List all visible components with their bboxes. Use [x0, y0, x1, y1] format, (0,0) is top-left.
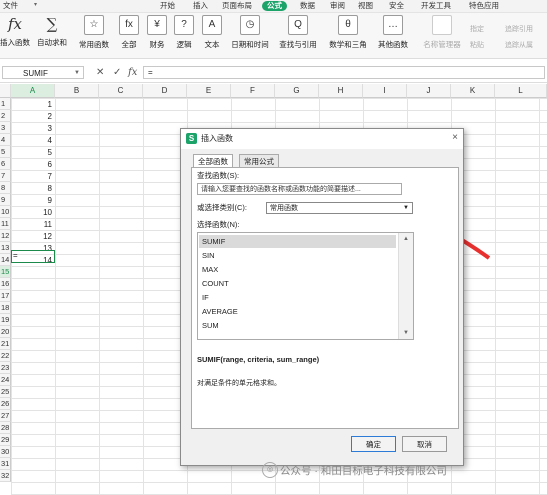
list-item-sum[interactable]: SUM [199, 319, 396, 332]
chevron-down-icon: ▼ [403, 205, 409, 211]
cancel-button[interactable]: 取消 [402, 436, 447, 452]
list-item-if[interactable]: IF [199, 291, 396, 304]
list-item-sin[interactable]: SIN [199, 249, 396, 262]
search-label: 查找函数(S): [197, 171, 240, 180]
watermark-text: 公众号 · 和田目标电子科技有限公司 [280, 465, 447, 477]
list-item-count[interactable]: COUNT [199, 277, 396, 290]
function-list[interactable]: SUMIF SIN MAX COUNT IF AVERAGE SUM ▲ ▼ [197, 232, 414, 340]
scroll-up-icon[interactable]: ▲ [401, 234, 411, 244]
function-search-input[interactable]: 请输入您要查找的函数名称或函数功能的简要描述... [197, 183, 402, 195]
function-signature: SUMIF(range, criteria, sum_range) [197, 355, 320, 364]
function-list-label: 选择函数(N): [197, 220, 240, 229]
function-description: 对满足条件的单元格求和。 [197, 380, 281, 387]
category-label: 或选择类别(C): [197, 203, 247, 212]
tab-common-formulas[interactable]: 常用公式 [239, 154, 279, 168]
ok-button[interactable]: 确定 [351, 436, 396, 452]
wechat-icon: ◎ [262, 462, 278, 478]
wps-logo-icon: S [186, 133, 197, 144]
list-item-max[interactable]: MAX [199, 263, 396, 276]
dialog-title: 插入函数 [201, 134, 233, 143]
list-item-average[interactable]: AVERAGE [199, 305, 396, 318]
category-value: 常用函数 [270, 205, 298, 212]
category-select[interactable]: 常用函数 ▼ [266, 202, 413, 214]
close-icon[interactable]: × [452, 132, 458, 144]
list-item-sumif[interactable]: SUMIF [199, 235, 396, 248]
scroll-down-icon[interactable]: ▼ [401, 328, 411, 338]
function-panel: 查找函数(S): 请输入您要查找的函数名称或函数功能的简要描述... 或选择类别… [191, 167, 459, 429]
function-list-scrollbar[interactable]: ▲ ▼ [398, 233, 413, 339]
dialog-titlebar[interactable]: S 插入函数 × [181, 129, 463, 149]
insert-function-dialog: S 插入函数 × 全部函数 常用公式 查找函数(S): 请输入您要查找的函数名称… [180, 128, 464, 466]
